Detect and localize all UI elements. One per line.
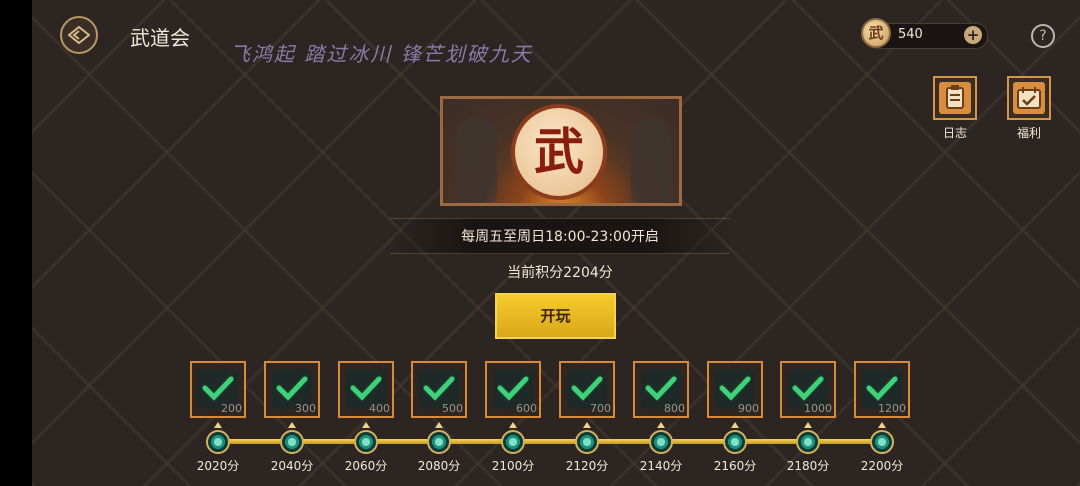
threshold-label: 2140分 xyxy=(639,459,683,473)
progress-node-gem-icon xyxy=(206,430,230,454)
progress-node-gem-icon xyxy=(354,430,378,454)
help-button[interactable]: ? xyxy=(1031,24,1055,48)
node-arrow-icon xyxy=(804,422,812,428)
reward-box[interactable]: 1200 xyxy=(854,361,910,418)
node-arrow-icon xyxy=(509,422,517,428)
schedule-text: 每周五至周日18:00-23:00开启 xyxy=(461,229,659,245)
progress-node-gem-icon xyxy=(870,430,894,454)
node-arrow-icon xyxy=(878,422,886,428)
martial-emblem-icon: 武 xyxy=(511,104,607,200)
progress-node-gem-icon xyxy=(649,430,673,454)
progress-node-gem-icon xyxy=(575,430,599,454)
claimed-check-icon xyxy=(201,375,235,405)
threshold-label: 2100分 xyxy=(491,459,535,473)
claimed-check-icon xyxy=(349,375,383,405)
threshold-label: 2040分 xyxy=(270,459,314,473)
progress-node-gem-icon xyxy=(501,430,525,454)
reward-cost: 1200 xyxy=(878,402,906,415)
node-arrow-icon xyxy=(583,422,591,428)
reward-cost: 700 xyxy=(590,402,611,415)
progress-track xyxy=(218,439,881,444)
play-button[interactable]: 开玩 xyxy=(495,293,616,339)
claimed-check-icon xyxy=(496,375,530,405)
slogan-text: 飞鸿起 踏过冰川 锋芒划破九天 xyxy=(230,42,533,66)
reward-cost: 800 xyxy=(664,402,685,415)
claimed-check-icon xyxy=(570,375,604,405)
back-arrow-icon xyxy=(68,26,90,44)
reward-box[interactable]: 200 xyxy=(190,361,246,418)
reward-cost: 400 xyxy=(369,402,390,415)
claimed-check-icon xyxy=(865,375,899,405)
reward-cost: 1000 xyxy=(804,402,832,415)
claimed-check-icon xyxy=(644,375,678,405)
reward-cost: 600 xyxy=(516,402,537,415)
page-title: 武道会 xyxy=(130,26,190,50)
currency-value: 540 xyxy=(898,27,923,42)
threshold-label: 2120分 xyxy=(565,459,609,473)
welfare-button[interactable] xyxy=(1007,76,1051,120)
reward-box[interactable]: 700 xyxy=(559,361,615,418)
claimed-check-icon xyxy=(422,375,456,405)
claimed-check-icon xyxy=(718,375,752,405)
claimed-check-icon xyxy=(791,375,825,405)
add-currency-button[interactable]: + xyxy=(964,26,982,44)
reward-box[interactable]: 1000 xyxy=(780,361,836,418)
reward-box[interactable]: 600 xyxy=(485,361,541,418)
node-arrow-icon xyxy=(657,422,665,428)
reward-cost: 300 xyxy=(295,402,316,415)
reward-cost: 200 xyxy=(221,402,242,415)
reward-box[interactable]: 800 xyxy=(633,361,689,418)
reward-cost: 900 xyxy=(738,402,759,415)
threshold-label: 2180分 xyxy=(786,459,830,473)
threshold-label: 2160分 xyxy=(713,459,757,473)
progress-node-gem-icon xyxy=(427,430,451,454)
reward-box[interactable]: 900 xyxy=(707,361,763,418)
back-button[interactable] xyxy=(60,16,98,54)
reward-cost: 500 xyxy=(442,402,463,415)
welfare-calendar-icon xyxy=(1013,82,1045,114)
log-clipboard-icon xyxy=(939,82,971,114)
threshold-label: 2020分 xyxy=(196,459,240,473)
log-button[interactable] xyxy=(933,76,977,120)
reward-box[interactable]: 300 xyxy=(264,361,320,418)
node-arrow-icon xyxy=(435,422,443,428)
node-arrow-icon xyxy=(731,422,739,428)
current-points: 当前积分2204分 xyxy=(507,265,613,281)
currency-coin-icon: 武 xyxy=(861,18,891,48)
log-label: 日志 xyxy=(942,126,967,140)
node-arrow-icon xyxy=(214,422,222,428)
welfare-label: 福利 xyxy=(1016,126,1041,140)
reward-box[interactable]: 400 xyxy=(338,361,394,418)
progress-node-gem-icon xyxy=(723,430,747,454)
node-arrow-icon xyxy=(362,422,370,428)
progress-node-gem-icon xyxy=(796,430,820,454)
node-arrow-icon xyxy=(288,422,296,428)
reward-box[interactable]: 500 xyxy=(411,361,467,418)
threshold-label: 2060分 xyxy=(344,459,388,473)
claimed-check-icon xyxy=(275,375,309,405)
left-edge-bar xyxy=(0,0,32,486)
threshold-label: 2200分 xyxy=(860,459,904,473)
threshold-label: 2080分 xyxy=(417,459,461,473)
progress-node-gem-icon xyxy=(280,430,304,454)
